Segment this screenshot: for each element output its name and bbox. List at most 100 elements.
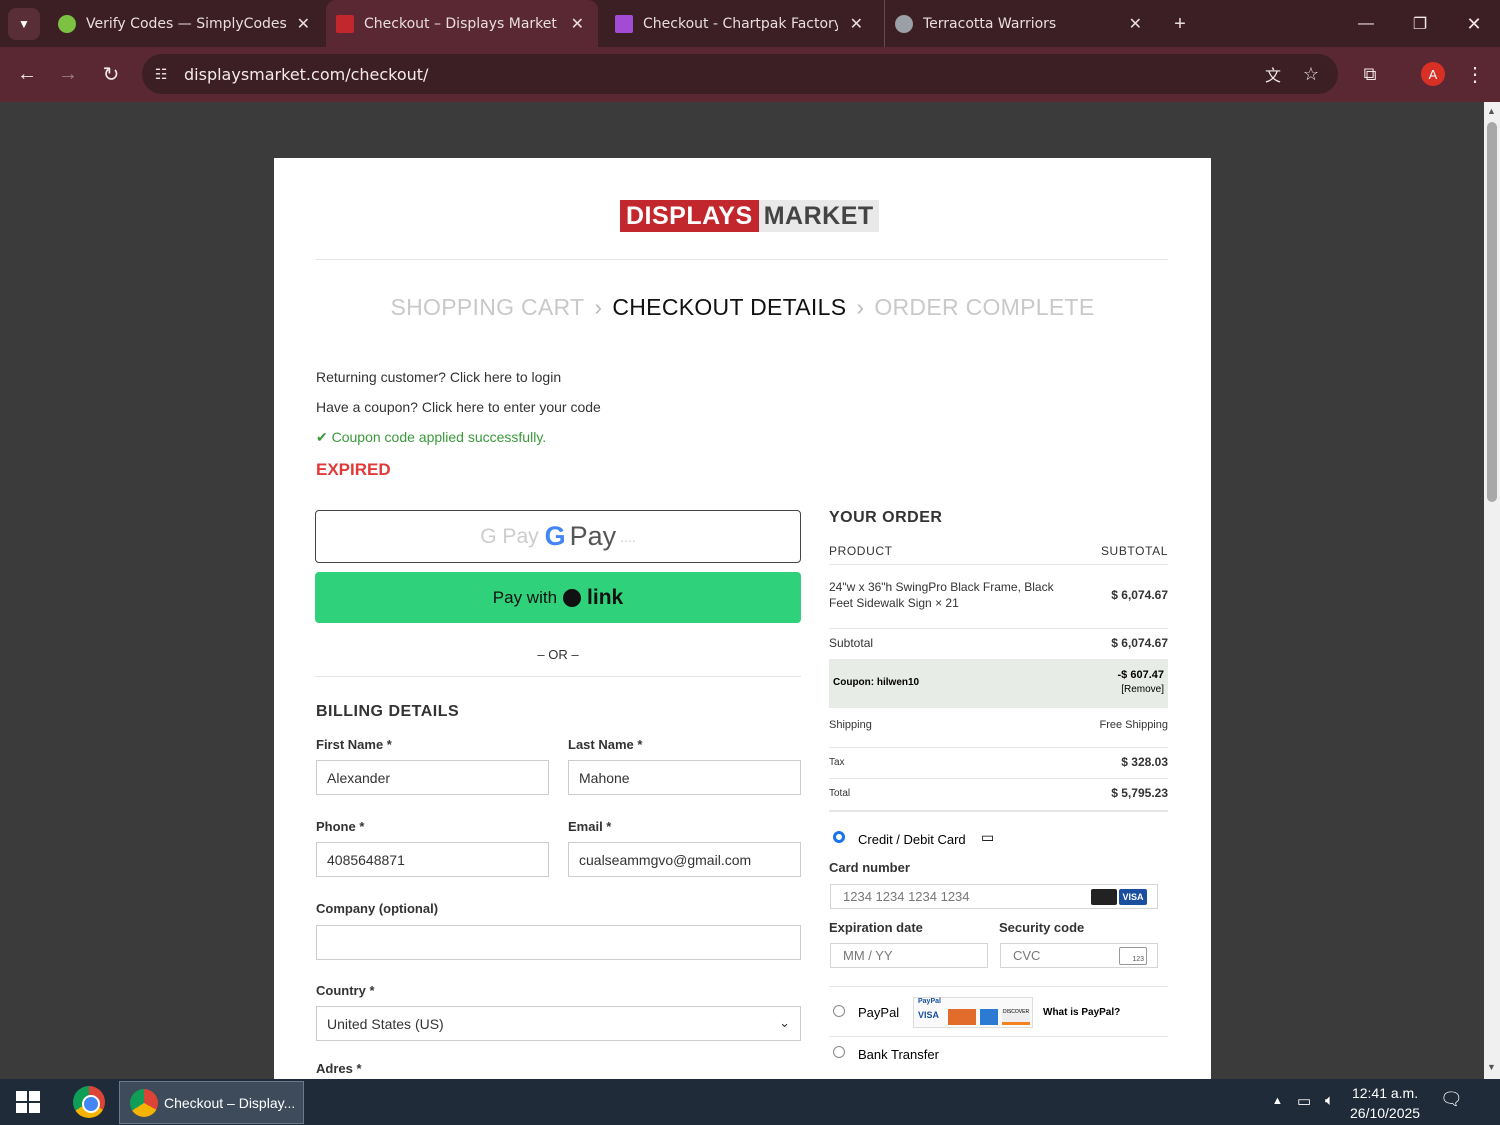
windows-taskbar: Checkout – Display... ▲ ▭ 🔈︎ 12:41 a.m. … (0, 1079, 1500, 1125)
google-pay-button[interactable]: G Pay G Pay .... (315, 510, 801, 563)
divider (829, 747, 1168, 748)
windows-start-icon[interactable] (16, 1091, 40, 1113)
close-window-icon[interactable]: ✕ (1459, 9, 1489, 39)
reload-icon[interactable]: ↻ (96, 59, 126, 89)
card-number-label: Card number (829, 860, 910, 875)
returning-customer-notice[interactable]: Returning customer? Click here to login (316, 369, 561, 385)
back-icon[interactable]: ← (12, 59, 42, 89)
logo-market: MARKET (758, 200, 879, 232)
browser-toolbar: ← → ↻ ☷ displaysmarket.com/checkout/ 文 ☆… (0, 47, 1500, 102)
notification-center-icon[interactable]: 🗨︎ (1440, 1089, 1463, 1110)
globe-icon (895, 14, 913, 33)
paypal-option-label[interactable]: PayPal (858, 1005, 899, 1020)
extensions-icon[interactable]: ⧉ (1355, 59, 1385, 89)
email-label: Email * (568, 819, 612, 834)
new-tab-icon[interactable]: + (1165, 9, 1195, 39)
taskbar-window-title: Checkout – Display... (164, 1094, 296, 1111)
card-radio[interactable] (833, 831, 845, 843)
close-tab-icon[interactable]: ✕ (297, 14, 310, 33)
tab-title: Checkout - Chartpak Factory St (643, 15, 838, 32)
first-name-input[interactable]: Alexander (316, 760, 549, 795)
coupon-success-text: Coupon code applied successfully. (331, 429, 547, 445)
phone-input[interactable]: 4085648871 (316, 842, 549, 877)
taskbar-chrome-window[interactable]: Checkout – Display... (119, 1081, 304, 1124)
security-code-label: Security code (999, 920, 1085, 935)
clock-time: 12:41 a.m. (1351, 1085, 1419, 1101)
paypal-radio[interactable] (833, 1005, 845, 1017)
bookmark-star-icon[interactable]: ☆ (1296, 59, 1326, 89)
visa-icon: VISA (1119, 889, 1147, 905)
page-viewport: DISPLAYS MARKET SHOPPING CART › CHECKOUT D… (0, 102, 1484, 1079)
email-input[interactable]: cualseammgvo@gmail.com (568, 842, 801, 877)
minimize-icon[interactable]: — (1351, 9, 1381, 39)
gpay-faded-text: G Pay (480, 524, 539, 548)
translate-icon[interactable]: 文 (1258, 59, 1288, 89)
close-tab-icon[interactable]: ✕ (1129, 14, 1142, 33)
shipping-row: Shipping Free Shipping (829, 719, 1168, 731)
tab-displays-market[interactable]: Checkout – Displays Market ✕ (326, 0, 598, 47)
subtotal-row: Subtotal $ 6,074.67 (829, 636, 1168, 650)
divider (829, 778, 1168, 779)
last-name-input[interactable]: Mahone (568, 760, 801, 795)
coupon-row: Coupon: hilwen10 -$ 607.47 [Remove] (829, 659, 1168, 708)
coupon-label: Coupon: hilwen10 (833, 677, 920, 688)
page-scrollbar[interactable]: ▲ ▼ (1484, 102, 1500, 1079)
coupon-remove-link[interactable]: [Remove] (1121, 684, 1164, 695)
tab-search-button[interactable]: ▼ (8, 8, 40, 40)
step-shopping-cart[interactable]: SHOPPING CART (390, 294, 584, 320)
tab-title: Verify Codes — SimplyCodes (86, 15, 287, 32)
pay-with-link-button[interactable]: Pay with link (315, 572, 801, 623)
site-logo[interactable]: DISPLAYS MARKET (620, 200, 879, 232)
profile-avatar[interactable]: A (1421, 62, 1445, 86)
coupon-notice[interactable]: Have a coupon? Click here to enter your … (316, 399, 601, 415)
tax-value: $ 328.03 (1121, 755, 1168, 769)
scroll-up-icon[interactable]: ▲ (1487, 106, 1496, 116)
amex-icon (980, 1009, 998, 1025)
card-option-label[interactable]: Credit / Debit Card (858, 832, 966, 847)
bank-transfer-radio[interactable] (833, 1046, 845, 1058)
chevron-right-icon: › (594, 294, 603, 320)
col-product: PRODUCT (829, 544, 893, 558)
gpay-text: Pay (569, 521, 617, 551)
what-is-paypal-link[interactable]: What is PayPal? (1043, 1007, 1120, 1018)
checkout-steps: SHOPPING CART › CHECKOUT DETAILS › ORDER COM… (274, 294, 1211, 321)
card-number-input[interactable]: 1234 1234 1234 1234 VISA (830, 884, 1158, 909)
divider (829, 1036, 1168, 1037)
close-tab-icon[interactable]: ✕ (850, 14, 863, 33)
menu-kebab-icon[interactable]: ⋮ (1460, 59, 1490, 89)
close-tab-icon[interactable]: ✕ (571, 14, 584, 33)
scroll-down-icon[interactable]: ▼ (1487, 1062, 1496, 1072)
scroll-thumb[interactable] (1487, 122, 1497, 502)
gpay-dots: .... (620, 528, 636, 545)
company-input[interactable] (316, 925, 801, 960)
tab-terracotta[interactable]: Terracotta Warriors ✕ (884, 0, 1156, 47)
expiration-label: Expiration date (829, 920, 923, 935)
shipping-label: Shipping (829, 719, 872, 731)
country-select[interactable]: United States (US) ⌄ (316, 1006, 801, 1041)
bank-transfer-label[interactable]: Bank Transfer (858, 1047, 939, 1062)
clock-date: 26/10/2025 (1350, 1105, 1421, 1121)
google-g-icon: G (544, 521, 566, 551)
address-bar[interactable]: ☷ displaysmarket.com/checkout/ 文 ☆ (142, 54, 1338, 94)
tray-overflow-icon[interactable]: ▲ (1272, 1095, 1283, 1107)
tab-chartpak[interactable]: Checkout - Chartpak Factory St ✕ (605, 0, 877, 47)
cvc-input[interactable]: CVC 123 (1000, 943, 1158, 968)
volume-icon[interactable]: 🔈︎ (1325, 1092, 1334, 1109)
tab-simplycodes[interactable]: Verify Codes — SimplyCodes ✕ (48, 0, 324, 47)
forward-icon[interactable]: → (53, 59, 83, 89)
restore-icon[interactable]: ❐ (1405, 9, 1435, 39)
country-value: United States (US) (327, 1015, 444, 1032)
coupon-success-message: ✔ Coupon code applied successfully. (316, 429, 546, 446)
tab-strip: ▼ Verify Codes — SimplyCodes ✕ Checkout … (0, 0, 1500, 47)
displays-market-favicon-icon (336, 14, 354, 33)
expiration-input[interactable]: MM / YY (830, 943, 988, 968)
network-icon[interactable]: ▭ (1297, 1092, 1311, 1110)
pay-with-text: Pay with (492, 587, 558, 607)
chrome-taskbar-icon[interactable] (73, 1086, 105, 1118)
site-settings-icon[interactable]: ☷ (146, 59, 176, 89)
discover-icon: DISCOVER (1002, 1009, 1030, 1025)
system-clock[interactable]: 12:41 a.m. 26/10/2025 (1350, 1083, 1420, 1123)
col-subtotal: SUBTOTAL (1100, 544, 1168, 558)
url-text[interactable]: displaysmarket.com/checkout/ (184, 65, 428, 84)
cvc-placeholder: CVC (1013, 948, 1041, 963)
